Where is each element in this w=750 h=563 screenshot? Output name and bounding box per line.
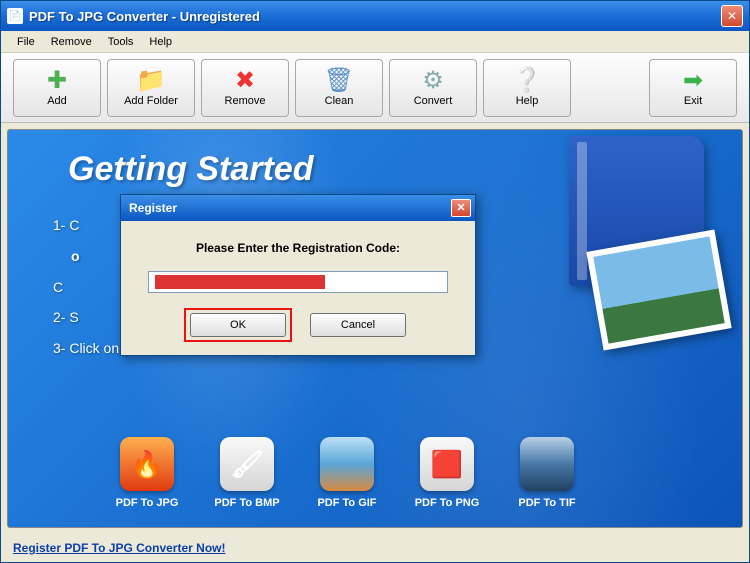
menu-help[interactable]: Help <box>141 33 180 51</box>
format-gif[interactable]: PDF To GIF <box>308 437 386 509</box>
arrow-right-icon: ➡ <box>683 69 703 93</box>
ok-button[interactable]: OK <box>190 313 286 337</box>
folder-icon: 📁 <box>136 69 166 93</box>
format-buttons: 🔥 PDF To JPG 🖌 PDF To BMP PDF To GIF 🟥 P… <box>108 437 586 509</box>
png-label: PDF To PNG <box>415 497 480 509</box>
dialog-close-button[interactable]: ✕ <box>451 199 471 217</box>
format-jpg[interactable]: 🔥 PDF To JPG <box>108 437 186 509</box>
cancel-button[interactable]: Cancel <box>310 313 406 337</box>
format-tif[interactable]: PDF To TIF <box>508 437 586 509</box>
format-png[interactable]: 🟥 PDF To PNG <box>408 437 486 509</box>
gear-icon: ⚙ <box>422 69 444 93</box>
menu-remove[interactable]: Remove <box>43 33 100 51</box>
dialog-title-bar: Register ✕ <box>121 195 475 221</box>
jpg-label: PDF To JPG <box>116 497 179 509</box>
bmp-icon: 🖌 <box>220 437 274 491</box>
delete-icon: ✖ <box>235 69 255 93</box>
dialog-buttons: OK Cancel <box>145 313 451 337</box>
window-title: PDF To JPG Converter - Unregistered <box>29 9 721 24</box>
exit-label: Exit <box>684 95 702 107</box>
footer: Register PDF To JPG Converter Now! <box>1 534 749 562</box>
convert-button[interactable]: ⚙ Convert <box>389 59 477 117</box>
remove-label: Remove <box>225 95 266 107</box>
title-bar: 📄 PDF To JPG Converter - Unregistered ✕ <box>1 1 749 31</box>
add-button[interactable]: ✚ Add <box>13 59 101 117</box>
register-link[interactable]: Register PDF To JPG Converter Now! <box>13 541 225 555</box>
app-icon: 📄 <box>7 8 23 24</box>
bmp-label: PDF To BMP <box>214 497 279 509</box>
add-label: Add <box>47 95 67 107</box>
clean-label: Clean <box>325 95 354 107</box>
tif-icon <box>520 437 574 491</box>
registration-code-input[interactable] <box>148 271 448 293</box>
png-icon: 🟥 <box>420 437 474 491</box>
menu-file[interactable]: File <box>9 33 43 51</box>
help-icon: ❔ <box>512 69 542 93</box>
toolbar: ✚ Add 📁 Add Folder ✖ Remove 🗑 Clean ⚙ Co… <box>1 53 749 123</box>
gif-label: PDF To GIF <box>317 497 376 509</box>
trash-icon: 🗑 <box>324 69 354 93</box>
dialog-title: Register <box>129 201 177 215</box>
menu-tools[interactable]: Tools <box>100 33 142 51</box>
jpg-icon: 🔥 <box>120 437 174 491</box>
format-bmp[interactable]: 🖌 PDF To BMP <box>208 437 286 509</box>
ok-highlight: OK <box>190 313 286 337</box>
register-dialog: Register ✕ Please Enter the Registration… <box>120 194 476 356</box>
help-button[interactable]: ❔ Help <box>483 59 571 117</box>
exit-button[interactable]: ➡ Exit <box>649 59 737 117</box>
add-folder-button[interactable]: 📁 Add Folder <box>107 59 195 117</box>
gif-icon <box>320 437 374 491</box>
add-folder-label: Add Folder <box>124 95 178 107</box>
menu-bar: File Remove Tools Help <box>1 31 749 53</box>
convert-label: Convert <box>414 95 453 107</box>
remove-button[interactable]: ✖ Remove <box>201 59 289 117</box>
tif-label: PDF To TIF <box>518 497 575 509</box>
getting-started-heading: Getting Started <box>68 150 314 189</box>
dialog-prompt: Please Enter the Registration Code: <box>145 241 451 255</box>
plus-icon: ✚ <box>47 69 67 93</box>
toolbar-spacer <box>577 59 643 117</box>
help-label: Help <box>516 95 539 107</box>
window-close-button[interactable]: ✕ <box>721 5 743 27</box>
dialog-body: Please Enter the Registration Code: OK C… <box>121 221 475 355</box>
clean-button[interactable]: 🗑 Clean <box>295 59 383 117</box>
